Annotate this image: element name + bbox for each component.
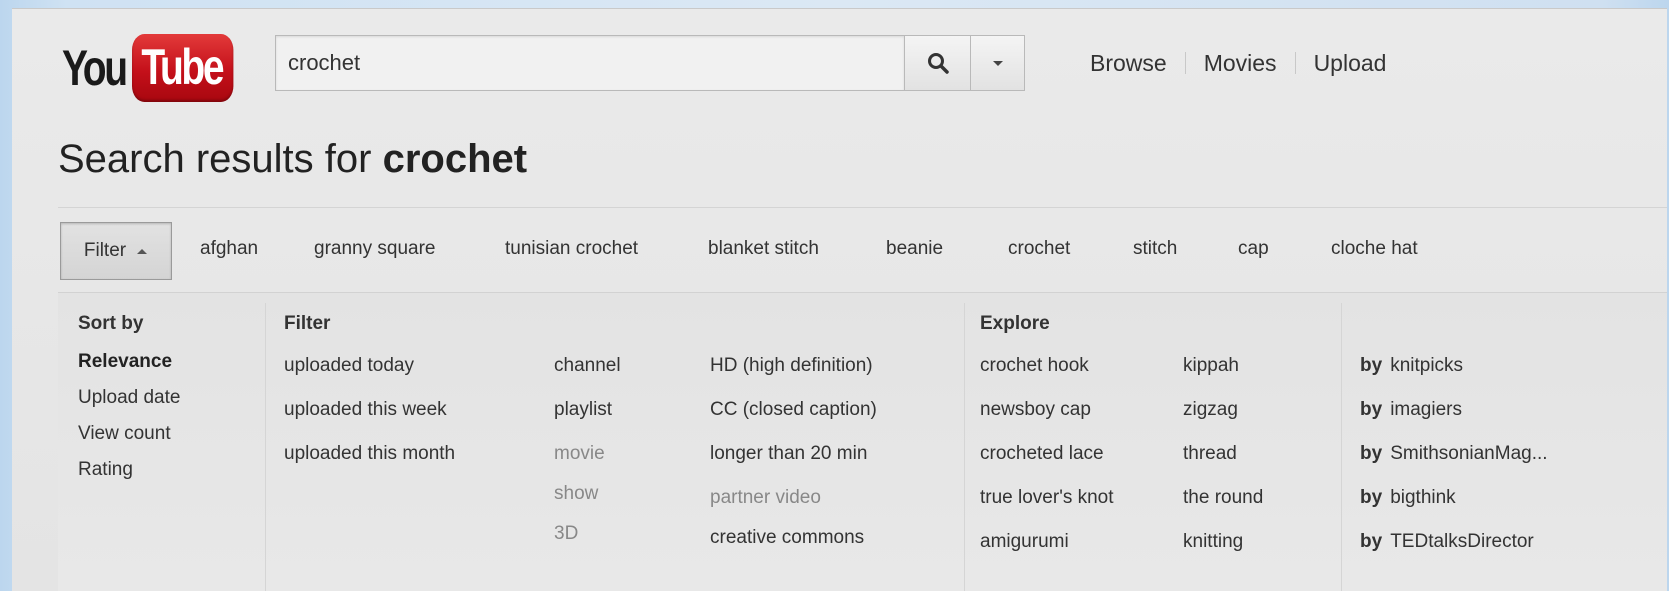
filter-cc[interactable]: CC (closed caption) [710,399,877,421]
by-label: by [1360,399,1383,420]
related-search-beanie[interactable]: beanie [886,208,943,290]
nav-movies[interactable]: Movies [1186,50,1295,77]
explore-item[interactable]: amigurumi [980,531,1069,553]
explore-item[interactable]: kippah [1183,355,1239,377]
filter-channel[interactable]: channel [554,355,621,377]
column-divider [265,303,266,591]
filter-uploaded-this-week[interactable]: uploaded this week [284,399,447,421]
channel-name: knitpicks [1390,355,1464,376]
nav-browse[interactable]: Browse [1072,50,1185,77]
explore-item[interactable]: crochet hook [980,355,1089,377]
column-divider [1341,303,1342,591]
explore-column: Explore crochet hook newsboy cap crochet… [980,293,1340,591]
filter-button-label: Filter [83,240,127,261]
by-label: by [1360,487,1383,508]
channel-link[interactable]: by bigthink [1360,487,1456,509]
filter-hd[interactable]: HD (high definition) [710,355,873,377]
sort-heading: Sort by [78,313,144,334]
search-button[interactable] [905,35,971,91]
filter-uploaded-this-month[interactable]: uploaded this month [284,443,455,465]
explore-item[interactable]: zigzag [1183,399,1238,421]
filter-button[interactable]: Filter [60,222,172,280]
by-label: by [1360,355,1383,376]
explore-item[interactable]: the round [1183,487,1263,509]
explore-item[interactable]: thread [1183,443,1237,465]
channels-column: by knitpicks by imagiers by SmithsonianMag.… [1360,293,1660,591]
channel-link[interactable]: by imagiers [1360,399,1462,421]
filter-partner-video[interactable]: partner video [710,487,821,509]
related-search-blanket-stitch[interactable]: blanket stitch [708,208,819,290]
channel-name: SmithsonianMag... [1390,443,1548,464]
related-search-tunisian-crochet[interactable]: tunisian crochet [505,208,638,290]
filter-playlist[interactable]: playlist [554,399,612,421]
related-search-granny-square[interactable]: granny square [314,208,435,290]
logo-tube-text: Tube [131,34,233,102]
search-icon [927,53,949,74]
nav-upload[interactable]: Upload [1296,50,1405,77]
filter-movie[interactable]: movie [554,443,605,465]
explore-item[interactable]: true lover's knot [980,487,1114,509]
filter-uploaded-today[interactable]: uploaded today [284,355,414,377]
filter-heading: Filter [284,313,331,334]
search-input[interactable] [275,35,905,91]
by-label: by [1360,443,1383,464]
filter-3d[interactable]: 3D [554,523,578,545]
explore-item[interactable]: knitting [1183,531,1243,553]
search-bar [275,35,1025,91]
channel-link[interactable]: by SmithsonianMag... [1360,443,1548,465]
filter-show[interactable]: show [554,483,598,505]
filter-creative-commons[interactable]: creative commons [710,527,864,549]
related-search-stitch[interactable]: stitch [1133,208,1177,290]
title-query: crochet [382,137,528,181]
youtube-page: You Tube Browse Movies Upload Search res… [12,8,1667,591]
search-options-button[interactable] [971,35,1025,91]
sort-relevance[interactable]: Relevance [78,351,172,373]
filter-longer-than-20-min[interactable]: longer than 20 min [710,443,867,465]
title-prefix: Search results for [58,137,383,181]
related-search-cloche-hat[interactable]: cloche hat [1331,208,1418,290]
sort-view-count[interactable]: View count [78,423,171,445]
caret-up-icon [137,249,148,254]
top-nav: Browse Movies Upload [1072,35,1404,91]
youtube-logo[interactable]: You Tube [62,34,261,102]
channel-name: imagiers [1390,399,1462,420]
sort-upload-date[interactable]: Upload date [78,387,180,409]
explore-item[interactable]: crocheted lace [980,443,1104,465]
sort-rating[interactable]: Rating [78,459,133,481]
page-title: Search results for crochet [58,137,527,182]
filter-panel: Sort by Relevance Upload date View count… [58,292,1667,591]
explore-heading: Explore [980,313,1050,334]
by-label: by [1360,531,1383,552]
filter-column: Filter uploaded today uploaded this week… [284,293,964,591]
channel-name: TEDtalksDirector [1390,531,1534,552]
column-divider [964,303,965,591]
related-search-afghan[interactable]: afghan [200,208,258,290]
sort-column: Sort by Relevance Upload date View count… [78,293,258,591]
channel-link[interactable]: by knitpicks [1360,355,1463,377]
filter-bar: Filter afghan granny square tunisian cro… [58,207,1667,290]
logo-you-text: You [62,40,128,96]
related-search-cap[interactable]: cap [1238,208,1269,290]
explore-item[interactable]: newsboy cap [980,399,1091,421]
channel-name: bigthink [1390,487,1456,508]
caret-down-icon [992,61,1003,66]
related-search-crochet[interactable]: crochet [1008,208,1070,290]
channel-link[interactable]: by TEDtalksDirector [1360,531,1534,553]
